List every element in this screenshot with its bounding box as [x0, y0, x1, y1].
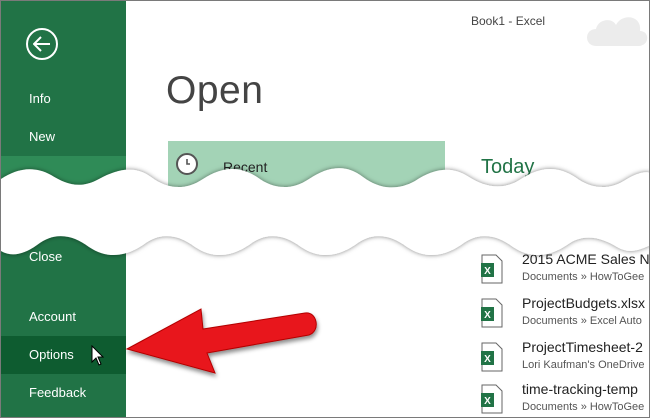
file-name: ProjectTimesheet-2 — [522, 339, 643, 355]
sidebar-item-account[interactable]: Account — [1, 298, 126, 336]
recent-file-item[interactable]: X 2015 ACME Sales N Documents » HowToGee — [481, 251, 650, 295]
sidebar-item-open[interactable] — [1, 156, 126, 196]
svg-text:X: X — [484, 310, 491, 321]
excel-file-icon: X — [481, 254, 503, 284]
recent-label: Recent — [223, 159, 268, 175]
cloud-decoration-icon — [587, 17, 648, 46]
excel-file-icon: X — [481, 342, 503, 372]
sidebar-item-new[interactable]: New — [1, 118, 126, 156]
excel-file-icon: X — [481, 384, 503, 414]
sidebar-item-feedback[interactable]: Feedback — [1, 374, 126, 412]
sidebar-item-label: Close — [29, 249, 63, 264]
sidebar-item-label: Info — [29, 91, 51, 106]
window-title: Book1 - Excel — [471, 14, 546, 28]
file-path: Documents » Excel Auto — [522, 315, 642, 327]
backstage-sidebar: Info New Close Account Options Feedback — [1, 1, 126, 417]
recent-file-item[interactable]: X ProjectTimesheet-2 Lori Kaufman's OneD… — [481, 339, 649, 383]
svg-text:X: X — [484, 396, 491, 407]
sidebar-item-label: Options — [29, 347, 74, 362]
excel-file-icon: X — [481, 298, 503, 328]
recent-file-item[interactable]: X time-tracking-temp Documents » HowToGe… — [481, 381, 649, 417]
sidebar-item-info[interactable]: Info — [1, 80, 126, 118]
file-name: 2015 ACME Sales N — [522, 251, 650, 267]
sidebar-item-label: Account — [29, 309, 76, 324]
sidebar-item-close[interactable]: Close — [1, 238, 126, 276]
svg-text:X: X — [484, 266, 491, 277]
page-title: Open — [166, 69, 264, 112]
recent-location[interactable]: Recent — [168, 141, 445, 201]
back-arrow-icon — [33, 36, 50, 52]
red-pointer-arrow-icon — [125, 308, 317, 374]
svg-text:X: X — [484, 354, 491, 365]
file-path: Lori Kaufman's OneDrive — [522, 359, 645, 371]
file-path: Documents » HowToGee — [522, 271, 645, 283]
today-heading: Today — [481, 156, 535, 178]
partial-text: plicati — [591, 185, 625, 200]
file-path: Documents » HowToGee — [522, 401, 645, 413]
file-name: time-tracking-temp — [522, 381, 638, 397]
sidebar-item-options[interactable]: Options — [1, 336, 126, 374]
recent-file-item[interactable]: X ProjectBudgets.xlsx Documents » Excel … — [481, 295, 649, 339]
back-button[interactable] — [26, 28, 58, 60]
sidebar-item-label: New — [29, 129, 56, 144]
sidebar-item-label: Feedback — [29, 385, 87, 400]
excel-backstage-window: Info New Close Account Options Feedback … — [0, 0, 650, 418]
mouse-cursor-icon — [91, 345, 105, 366]
file-name: ProjectBudgets.xlsx — [522, 295, 645, 311]
clock-icon — [176, 153, 198, 175]
